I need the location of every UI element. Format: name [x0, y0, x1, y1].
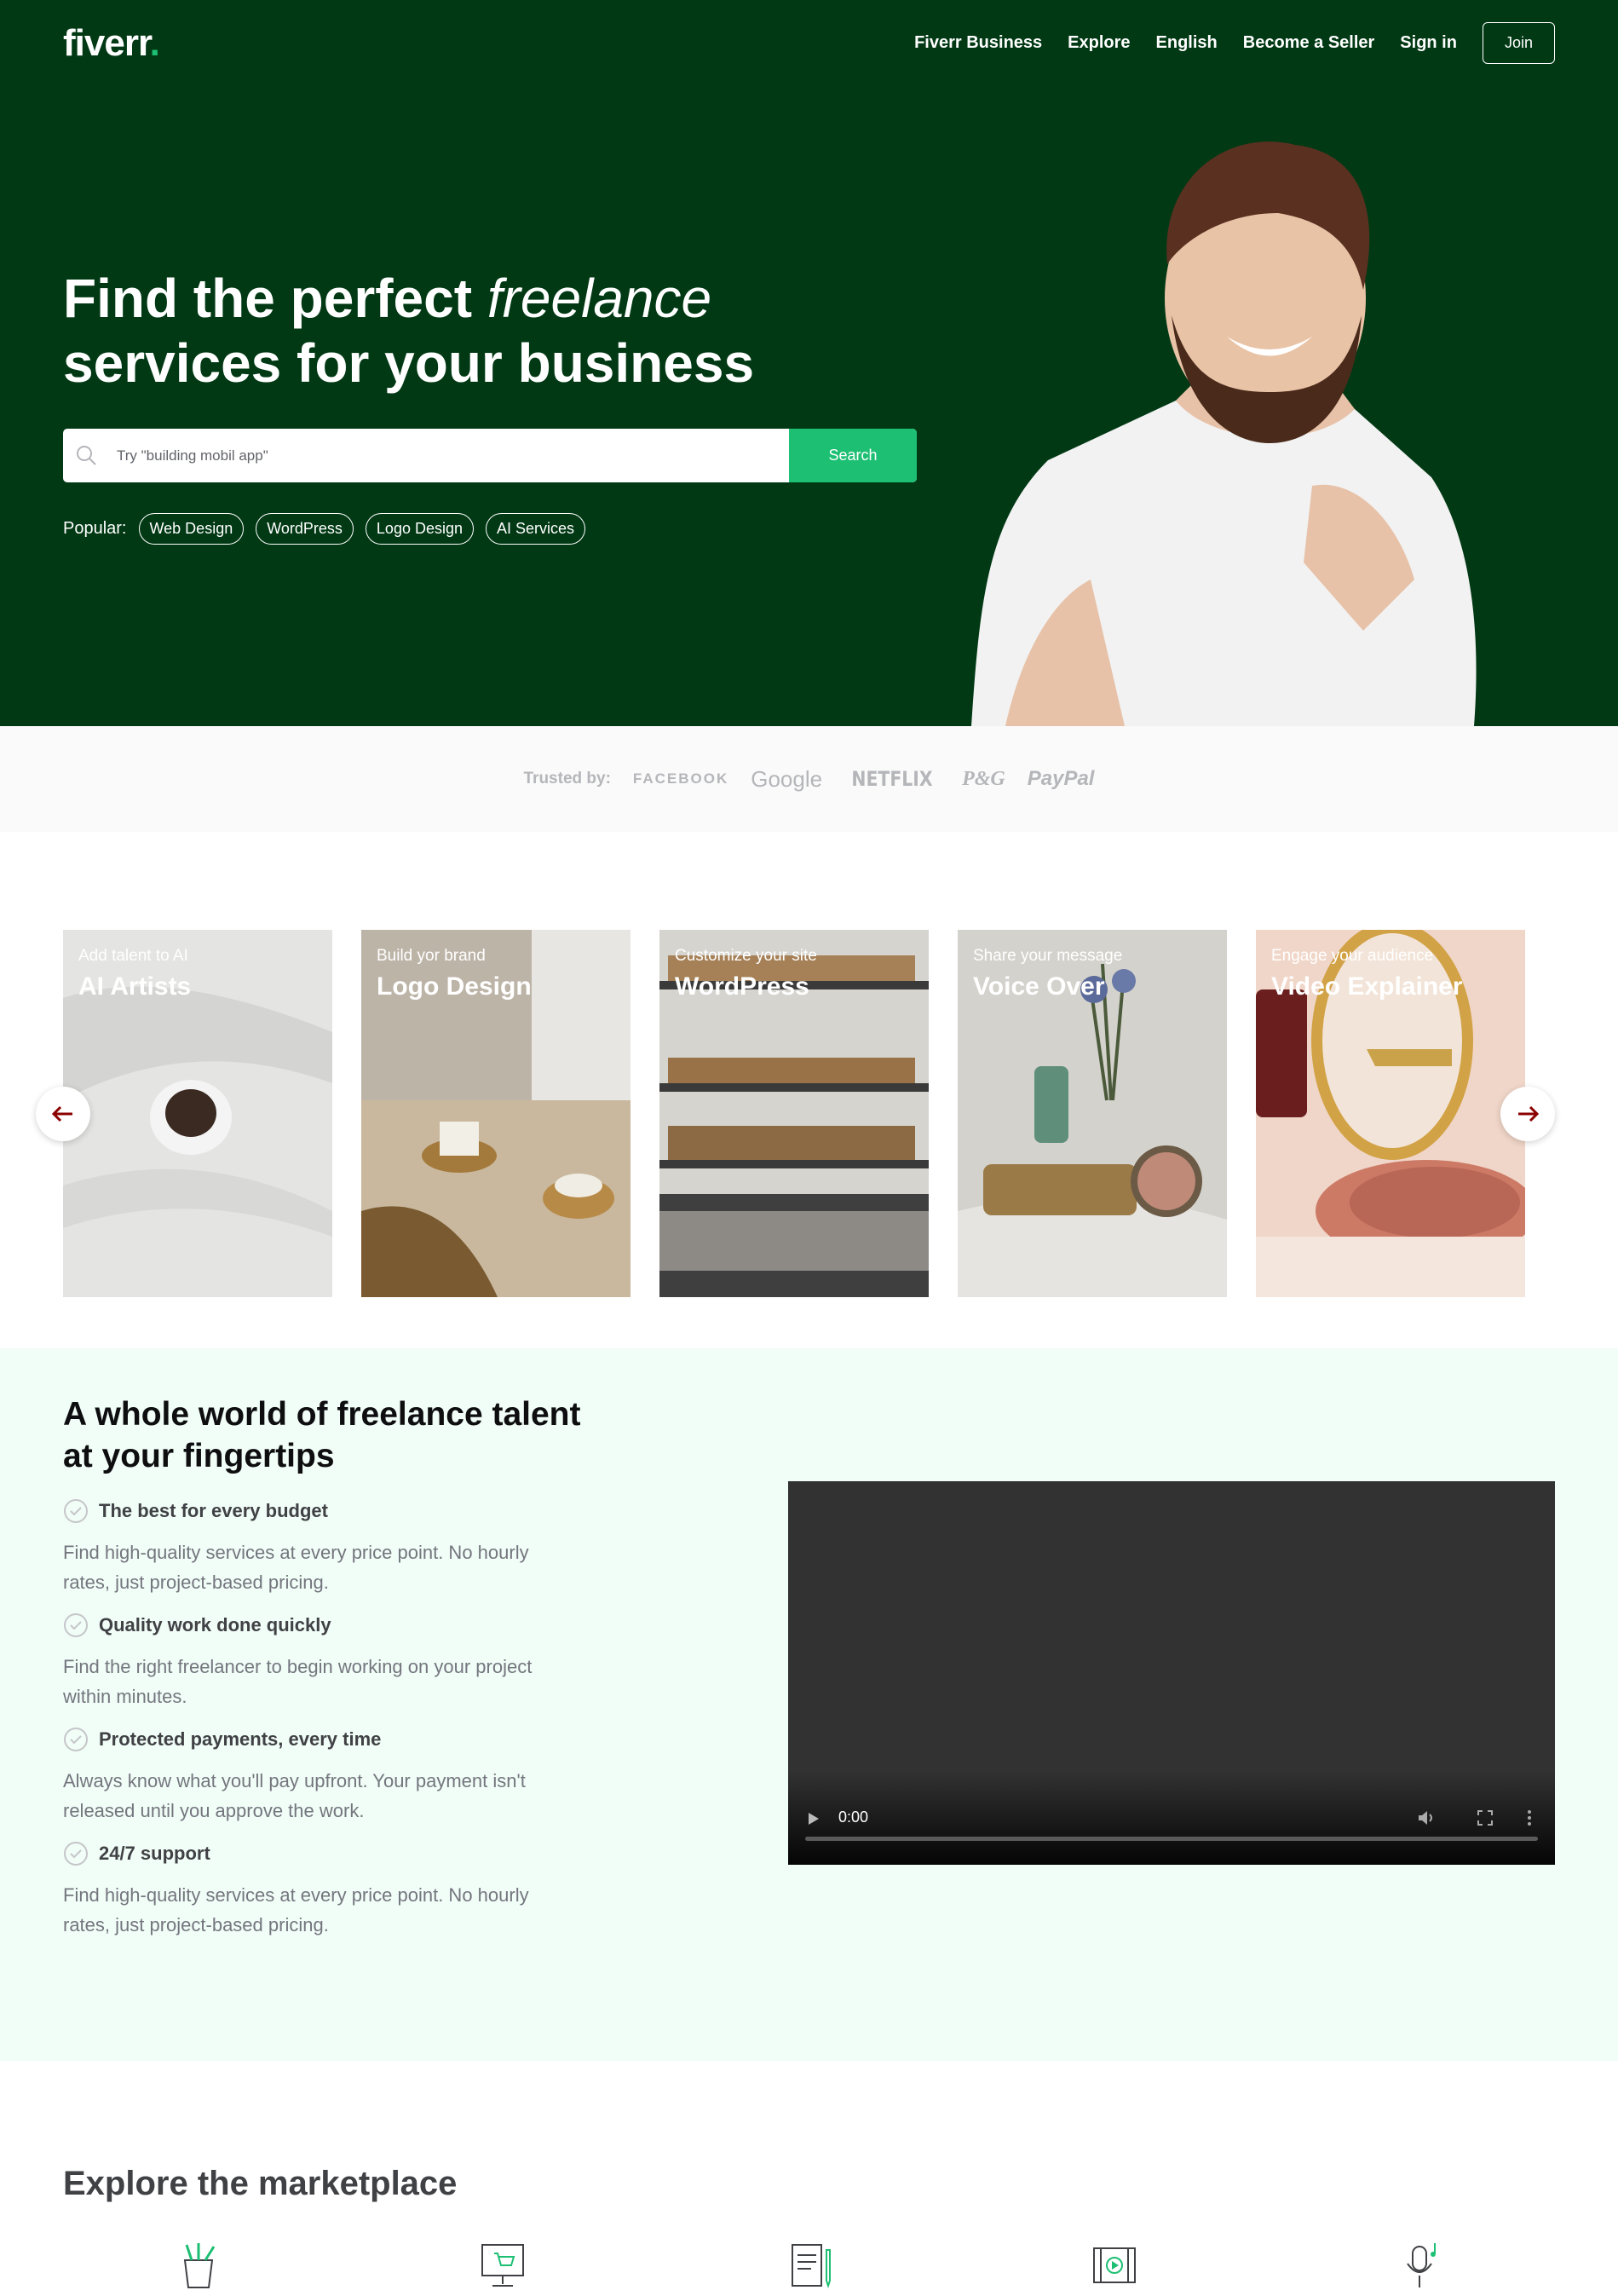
- features-section: A whole world of freelance talent at you…: [0, 1348, 1618, 2061]
- popular-tag-logo-design[interactable]: Logo Design: [365, 513, 474, 545]
- video-time: 0:00: [838, 1809, 869, 1826]
- hero-title: Find the perfect freelance services for …: [63, 268, 755, 394]
- carousel-card-video-explainer[interactable]: Engage your audience Video Explainer: [1256, 930, 1525, 1297]
- carousel-card-ai-artists[interactable]: Add talent to AI AI Artists: [63, 930, 332, 1297]
- nav-fiverr-business[interactable]: Fiverr Business: [914, 33, 1042, 53]
- popular-tag-wordpress[interactable]: WordPress: [256, 513, 354, 545]
- carousel-next-button[interactable]: [1500, 1087, 1555, 1141]
- check-circle-icon: [64, 1728, 88, 1751]
- feature-text: Always know what you'll pay upfront. You…: [63, 1770, 526, 1821]
- google-logo: Google: [751, 765, 823, 792]
- nav-language[interactable]: English: [1156, 33, 1218, 53]
- music-audio-icon[interactable]: [1399, 2241, 1447, 2289]
- trusted-label: Trusted by:: [523, 770, 611, 787]
- services-carousel: Add talent to AI AI Artists Build yor br…: [63, 930, 1525, 1297]
- card-title: Logo Design: [377, 972, 532, 1001]
- join-button[interactable]: Join: [1482, 22, 1555, 64]
- paypal-logo: PayPal: [1027, 767, 1095, 790]
- fiverr-logo[interactable]: fiverr.: [63, 22, 160, 65]
- feature-heading: The best for every budget: [99, 1500, 328, 1521]
- features-title: A whole world of freelance talent at you…: [63, 1396, 581, 1474]
- search-input[interactable]: [63, 429, 789, 482]
- video-player[interactable]: 0:00: [788, 1481, 1555, 1865]
- netflix-logo: NETFLIX: [851, 767, 933, 791]
- popular-tags: Popular: Web Design WordPress Logo Desig…: [63, 513, 586, 545]
- hero-section: fiverr. Fiverr Business Explore English …: [0, 0, 1618, 726]
- feature-text: Find high-quality services at every pric…: [63, 1884, 529, 1935]
- feature-heading: Quality work done quickly: [99, 1614, 331, 1635]
- feature-text: Find the right freelancer to begin worki…: [63, 1656, 533, 1707]
- video-animation-icon[interactable]: [1091, 2241, 1138, 2289]
- carousel-card-logo-design[interactable]: Build yor brand Logo Design: [361, 930, 631, 1297]
- feature-text: Find high-quality services at every pric…: [63, 1542, 529, 1593]
- top-nav: Fiverr Business Explore English Become a…: [914, 22, 1555, 64]
- arrow-left-icon: [52, 1105, 72, 1122]
- carousel-card-wordpress[interactable]: Customize your site WordPress: [659, 930, 929, 1297]
- digital-marketing-icon[interactable]: [479, 2241, 527, 2289]
- more-options-icon[interactable]: [1526, 1809, 1533, 1826]
- feature-heading: Protected payments, every time: [99, 1728, 382, 1750]
- check-circle-icon: [64, 1499, 88, 1523]
- popular-tag-web-design[interactable]: Web Design: [138, 513, 245, 545]
- pg-logo: P&G: [962, 767, 1005, 790]
- facebook-logo: FACEBOOK: [632, 770, 729, 787]
- search-button[interactable]: Search: [789, 429, 917, 482]
- nav-become-seller[interactable]: Become a Seller: [1243, 33, 1375, 53]
- card-subtitle: Build yor brand: [377, 947, 486, 965]
- card-title: AI Artists: [78, 972, 192, 1001]
- popular-tag-ai-services[interactable]: AI Services: [486, 513, 586, 545]
- fullscreen-icon[interactable]: [1477, 1809, 1494, 1826]
- feature-item: Protected payments, every time Always kn…: [63, 1727, 574, 1826]
- card-title: Voice Over: [973, 972, 1105, 1001]
- carousel-card-voice-over[interactable]: Share your message Voice Over: [958, 930, 1227, 1297]
- nav-explore[interactable]: Explore: [1068, 33, 1130, 53]
- nav-sign-in[interactable]: Sign in: [1400, 33, 1457, 53]
- card-subtitle: Add talent to AI: [78, 947, 188, 965]
- play-icon[interactable]: [807, 1811, 821, 1826]
- popular-label: Popular:: [63, 519, 127, 538]
- video-progress-bar[interactable]: [805, 1837, 1538, 1841]
- writing-translation-icon[interactable]: [787, 2241, 835, 2289]
- trusted-by-bar: Trusted by: FACEBOOK Google NETFLIX P&G …: [0, 726, 1618, 832]
- card-title: Video Explainer: [1271, 972, 1463, 1001]
- graphics-design-icon[interactable]: [175, 2241, 222, 2289]
- hero-person-image: [971, 141, 1477, 726]
- arrow-right-icon: [1518, 1105, 1539, 1122]
- check-circle-icon: [64, 1613, 88, 1637]
- marketplace-title: Explore the marketplace: [63, 2165, 458, 2202]
- carousel-prev-button[interactable]: [36, 1087, 90, 1141]
- feature-item: 24/7 support Find high-quality services …: [63, 1841, 574, 1940]
- card-subtitle: Share your message: [973, 947, 1123, 965]
- feature-item: Quality work done quickly Find the right…: [63, 1612, 574, 1711]
- features-list: The best for every budget Find high-qual…: [63, 1498, 574, 1955]
- card-subtitle: Engage your audience: [1271, 947, 1434, 965]
- search-icon: [77, 446, 96, 465]
- feature-item: The best for every budget Find high-qual…: [63, 1498, 574, 1597]
- volume-icon[interactable]: [1417, 1809, 1436, 1826]
- card-title: WordPress: [675, 972, 809, 1001]
- search-bar: Search: [63, 429, 917, 482]
- card-subtitle: Customize your site: [675, 947, 817, 965]
- feature-heading: 24/7 support: [99, 1843, 210, 1864]
- check-circle-icon: [64, 1842, 88, 1866]
